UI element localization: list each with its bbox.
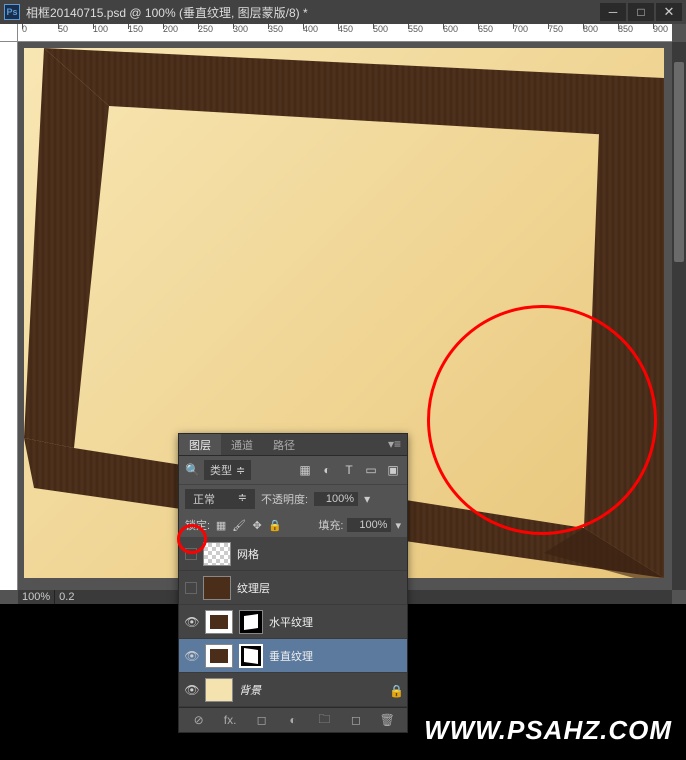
filter-type-icon[interactable]: T xyxy=(341,462,357,478)
filter-smart-icon[interactable]: ▣ xyxy=(385,462,401,478)
layer-name[interactable]: 垂直纹理 xyxy=(269,648,313,664)
fill-label: 填充: xyxy=(318,517,343,533)
layer-name[interactable]: 网格 xyxy=(237,546,259,562)
layer-fx-icon[interactable]: fx. xyxy=(222,712,238,728)
mask-thumbnail[interactable] xyxy=(239,644,263,668)
lock-icon: 🔒 xyxy=(389,684,401,696)
visibility-toggle[interactable]: 👁 xyxy=(185,615,199,629)
lock-paint-icon[interactable]: 🖌 xyxy=(232,518,246,532)
filter-pixel-icon[interactable]: ▦ xyxy=(297,462,313,478)
minimize-button[interactable]: ─ xyxy=(600,3,626,21)
search-icon: 🔍 xyxy=(185,463,200,477)
group-icon[interactable]: 🗀 xyxy=(316,712,332,728)
layer-list: 网格 纹理层 👁 水平纹理 👁 垂直纹理 👁 背景 🔒 xyxy=(179,537,407,707)
delete-layer-icon[interactable]: 🗑 xyxy=(379,712,395,728)
ruler-corner xyxy=(0,24,18,42)
visibility-toggle[interactable]: 👁 xyxy=(185,683,199,697)
layer-item[interactable]: 👁 水平纹理 xyxy=(179,605,407,639)
doc-info: 0.2 xyxy=(55,590,78,604)
layer-thumbnail[interactable] xyxy=(205,678,233,702)
adjustment-layer-icon[interactable]: ◐ xyxy=(285,712,301,728)
type-filter-select[interactable]: 类型≑ xyxy=(204,460,251,480)
tab-layers[interactable]: 图层 xyxy=(179,434,221,455)
layer-item[interactable]: 纹理层 xyxy=(179,571,407,605)
scrollbar-vertical[interactable] xyxy=(672,42,686,590)
maximize-button[interactable]: □ xyxy=(628,3,654,21)
filter-adjust-icon[interactable]: ◐ xyxy=(319,462,335,478)
add-mask-icon[interactable]: ◻ xyxy=(254,712,270,728)
chevron-down-icon[interactable]: ▾ xyxy=(395,519,401,532)
layer-thumbnail[interactable] xyxy=(205,644,233,668)
layer-thumbnail[interactable] xyxy=(205,610,233,634)
ruler-horizontal[interactable]: 0501001502002503003504004505005506006507… xyxy=(18,24,672,42)
lock-all-icon[interactable]: 🔒 xyxy=(268,518,282,532)
layer-thumbnail[interactable] xyxy=(203,542,231,566)
lock-position-icon[interactable]: ✥ xyxy=(250,518,264,532)
chevron-down-icon[interactable]: ▾ xyxy=(364,492,370,506)
filter-shape-icon[interactable]: ▭ xyxy=(363,462,379,478)
lock-label: 锁定: xyxy=(185,517,210,533)
visibility-toggle[interactable] xyxy=(185,582,197,594)
layer-name[interactable]: 纹理层 xyxy=(237,580,270,596)
layer-thumbnail[interactable] xyxy=(203,576,231,600)
fill-input[interactable]: 100% xyxy=(347,518,391,532)
lock-transparency-icon[interactable]: ▦ xyxy=(214,518,228,532)
window-title: 相框20140715.psd @ 100% (垂直纹理, 图层蒙版/8) * xyxy=(26,4,600,21)
titlebar: Ps 相框20140715.psd @ 100% (垂直纹理, 图层蒙版/8) … xyxy=(0,0,686,24)
layer-item[interactable]: 网格 xyxy=(179,537,407,571)
layers-panel: 图层 通道 路径 ▾≡ 🔍 类型≑ ▦ ◐ T ▭ ▣ 正常≑ 不透明度: 10… xyxy=(178,433,408,733)
layer-item[interactable]: 👁 垂直纹理 xyxy=(179,639,407,673)
tab-paths[interactable]: 路径 xyxy=(263,434,305,455)
layer-name[interactable]: 背景 xyxy=(239,682,261,698)
visibility-toggle[interactable]: 👁 xyxy=(185,649,199,663)
layer-name[interactable]: 水平纹理 xyxy=(269,614,313,630)
opacity-label: 不透明度: xyxy=(261,491,308,507)
blend-mode-select[interactable]: 正常≑ xyxy=(185,489,255,509)
panel-menu-icon[interactable]: ▾≡ xyxy=(382,434,407,455)
opacity-input[interactable]: 100% xyxy=(314,492,358,506)
visibility-toggle[interactable] xyxy=(185,548,197,560)
mask-thumbnail[interactable] xyxy=(239,610,263,634)
link-layers-icon[interactable]: ⊘ xyxy=(191,712,207,728)
tab-channels[interactable]: 通道 xyxy=(221,434,263,455)
app-icon: Ps xyxy=(4,4,20,20)
ruler-vertical[interactable] xyxy=(0,42,18,590)
layer-item[interactable]: 👁 背景 🔒 xyxy=(179,673,407,707)
watermark: WWW.PSAHZ.COM xyxy=(424,715,672,746)
new-layer-icon[interactable]: ◻ xyxy=(348,712,364,728)
close-button[interactable]: ✕ xyxy=(656,3,682,21)
zoom-display[interactable]: 100% xyxy=(18,590,55,604)
